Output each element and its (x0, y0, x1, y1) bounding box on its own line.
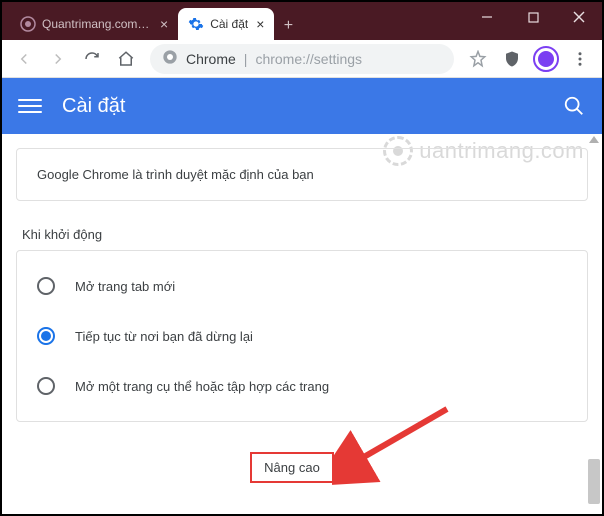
scroll-up-icon[interactable] (589, 136, 599, 143)
reload-button[interactable] (76, 43, 108, 75)
advanced-row: Nâng cao (16, 452, 588, 483)
startup-section-title: Khi khởi động (22, 227, 588, 242)
scrollbar-thumb[interactable] (588, 459, 600, 504)
radio-icon (37, 277, 55, 295)
new-tab-button[interactable]: + (274, 12, 302, 40)
default-browser-card: Google Chrome là trình duyệt mặc định củ… (16, 148, 588, 201)
advanced-button[interactable]: Nâng cao (250, 452, 334, 483)
page-title: Cài đặt (62, 95, 125, 118)
option-label: Tiếp tục từ nơi bạn đã dừng lại (75, 329, 253, 344)
window-controls (464, 2, 602, 32)
startup-option-continue[interactable]: Tiếp tục từ nơi bạn đã dừng lại (37, 311, 567, 361)
search-button[interactable] (562, 94, 586, 118)
tab-strip: Quantrimang.com: Kiế × Cài đặt × + (2, 2, 302, 40)
tab-settings[interactable]: Cài đặt × (178, 8, 274, 40)
chevron-down-icon[interactable] (342, 459, 354, 477)
settings-gear-icon (188, 16, 204, 32)
tab-label: Cài đặt (210, 17, 248, 31)
forward-button[interactable] (42, 43, 74, 75)
profile-avatar[interactable] (530, 43, 562, 75)
menu-icon[interactable] (18, 94, 42, 118)
omnibox-url: chrome://settings (255, 51, 362, 67)
menu-button[interactable] (564, 43, 596, 75)
shield-icon[interactable] (496, 43, 528, 75)
default-browser-text: Google Chrome là trình duyệt mặc định củ… (37, 167, 314, 182)
radio-icon (37, 377, 55, 395)
option-label: Mở một trang cụ thể hoặc tập hợp các tra… (75, 379, 329, 394)
minimize-button[interactable] (464, 2, 510, 32)
tab-label: Quantrimang.com: Kiế (42, 17, 152, 31)
close-icon[interactable]: × (160, 17, 168, 31)
favicon-quantrimang (20, 16, 36, 32)
home-button[interactable] (110, 43, 142, 75)
bookmark-button[interactable] (462, 43, 494, 75)
omnibox-app-label: Chrome (186, 51, 236, 67)
startup-options: Mở trang tab mới Tiếp tục từ nơi bạn đã … (16, 250, 588, 422)
address-bar[interactable]: Chrome | chrome://settings (150, 44, 454, 74)
window-titlebar: Quantrimang.com: Kiế × Cài đặt × + (2, 2, 602, 40)
close-icon[interactable]: × (256, 17, 264, 31)
close-button[interactable] (556, 2, 602, 32)
option-label: Mở trang tab mới (75, 279, 175, 294)
settings-content: Google Chrome là trình duyệt mặc định củ… (2, 134, 602, 514)
back-button[interactable] (8, 43, 40, 75)
tab-quantrimang[interactable]: Quantrimang.com: Kiế × (10, 8, 178, 40)
browser-toolbar: Chrome | chrome://settings (2, 40, 602, 78)
maximize-button[interactable] (510, 2, 556, 32)
settings-header: Cài đặt (2, 78, 602, 134)
chrome-icon (162, 49, 178, 68)
startup-option-newtab[interactable]: Mở trang tab mới (37, 261, 567, 311)
startup-option-specific[interactable]: Mở một trang cụ thể hoặc tập hợp các tra… (37, 361, 567, 411)
radio-icon (37, 327, 55, 345)
